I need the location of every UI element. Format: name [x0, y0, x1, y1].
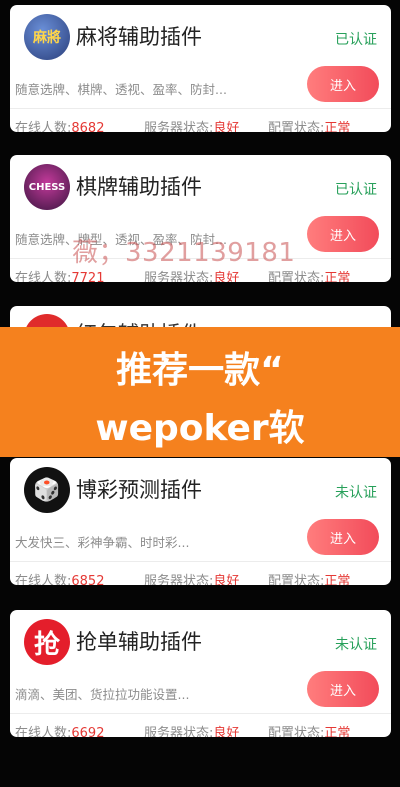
contact-watermark: 薇；3321139181 — [72, 238, 296, 268]
plugin-description: 随意选牌、棋牌、透视、盈率、防封... — [15, 82, 227, 97]
server-status: 服务器状态:良好 — [144, 574, 240, 585]
plugin-card-grab-order[interactable]: 抢 抢单辅助插件 未认证 滴滴、美团、货拉拉功能设置... 进入 在线人数:66… — [10, 610, 391, 737]
online-count: 在线人数:7721 — [15, 271, 105, 282]
online-count: 在线人数:8682 — [15, 121, 105, 132]
plugin-title: 博彩预测插件 — [76, 478, 202, 502]
divider — [10, 108, 391, 109]
plugin-description: 滴滴、美团、货拉拉功能设置... — [15, 687, 190, 702]
enter-button[interactable]: 进入 — [307, 66, 379, 102]
plugin-title: 棋牌辅助插件 — [76, 175, 202, 199]
enter-button[interactable]: 进入 — [307, 519, 379, 555]
unverified-status-badge: 未认证 — [335, 637, 377, 653]
online-count: 在线人数:6692 — [15, 726, 105, 737]
server-status: 服务器状态:良好 — [144, 121, 240, 132]
enter-button[interactable]: 进入 — [307, 671, 379, 707]
banner-line-1: 推荐一款“ — [116, 350, 284, 391]
online-count: 在线人数:6852 — [15, 574, 105, 585]
enter-button[interactable]: 进入 — [307, 216, 379, 252]
banner-line-2: wepoker软 — [95, 408, 305, 449]
chess-logo-icon: CHESS — [24, 164, 70, 210]
config-status: 配置状态:正常 — [268, 271, 351, 282]
headline-banner: 推荐一款“ wepoker软 — [0, 327, 400, 457]
server-status: 服务器状态:良好 — [144, 271, 240, 282]
verified-status-badge: 已认证 — [335, 32, 377, 48]
config-status: 配置状态:正常 — [268, 121, 351, 132]
plugin-description: 大发快三、彩神争霸、时时彩... — [15, 535, 190, 550]
divider — [10, 713, 391, 714]
config-status: 配置状态:正常 — [268, 726, 351, 737]
plugin-card-mahjong[interactable]: 麻將 麻将辅助插件 已认证 随意选牌、棋牌、透视、盈率、防封... 进入 在线人… — [10, 5, 391, 132]
dice-logo-icon: 🎲 — [24, 467, 70, 513]
verified-status-badge: 已认证 — [335, 182, 377, 198]
plugin-card-lottery[interactable]: 🎲 博彩预测插件 未认证 大发快三、彩神争霸、时时彩... 进入 在线人数:68… — [10, 458, 391, 585]
unverified-status-badge: 未认证 — [335, 485, 377, 501]
app-screen: 麻將 麻将辅助插件 已认证 随意选牌、棋牌、透视、盈率、防封... 进入 在线人… — [0, 0, 400, 787]
mahjong-logo-icon: 麻將 — [24, 14, 70, 60]
plugin-title: 抢单辅助插件 — [76, 630, 202, 654]
config-status: 配置状态:正常 — [268, 574, 351, 585]
divider — [10, 561, 391, 562]
grab-logo-icon: 抢 — [24, 619, 70, 665]
plugin-title: 麻将辅助插件 — [76, 25, 202, 49]
server-status: 服务器状态:良好 — [144, 726, 240, 737]
